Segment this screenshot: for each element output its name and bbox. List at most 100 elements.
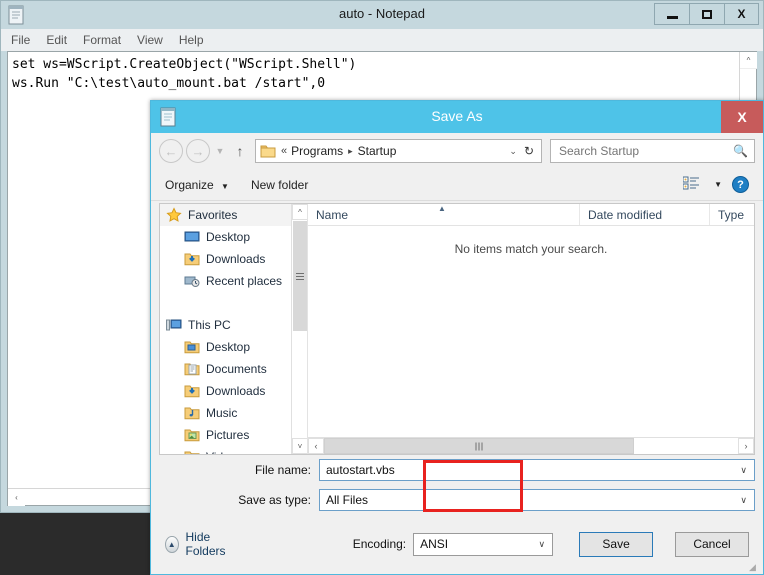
file-name-input[interactable]: autostart.vbs ∨	[319, 459, 755, 481]
breadcrumb-startup[interactable]: Startup	[358, 144, 397, 158]
minimize-button[interactable]	[654, 3, 689, 25]
hide-folders-label: Hide Folders	[185, 530, 226, 558]
cancel-button[interactable]: Cancel	[675, 531, 749, 557]
search-box[interactable]: 🔍	[550, 139, 755, 163]
notepad-titlebar: auto - Notepad X	[1, 1, 763, 29]
dialog-close-button[interactable]: X	[721, 101, 763, 133]
sidebar-label: Desktop	[206, 340, 251, 354]
maximize-button[interactable]	[689, 3, 724, 25]
notepad-window-buttons: X	[654, 3, 759, 25]
sidebar-label: Downloads	[206, 252, 266, 266]
sidebar-label: Documents	[206, 362, 267, 376]
this-pc-icon	[166, 317, 182, 333]
save-button[interactable]: Save	[579, 531, 654, 557]
help-icon[interactable]: ?	[732, 176, 749, 193]
sidebar-label: Pictures	[206, 428, 250, 442]
navpane-scrollbar-thumb[interactable]	[293, 221, 307, 331]
chevron-down-icon[interactable]: ⌄	[502, 146, 524, 157]
menu-format[interactable]: Format	[83, 33, 121, 47]
desktop-folder-icon	[184, 339, 200, 355]
encoding-select[interactable]: ANSI ∨	[413, 532, 554, 556]
view-layout-icon[interactable]	[682, 176, 700, 194]
encoding-value: ANSI	[420, 537, 449, 551]
breadcrumb-programs[interactable]: Programs	[291, 144, 343, 158]
sidebar-label: This PC	[188, 318, 231, 332]
sidebar-item-desktop[interactable]: Desktop	[160, 336, 307, 358]
sidebar-item-downloads[interactable]: Downloads	[160, 380, 307, 402]
view-dropdown-icon[interactable]: ▼	[714, 180, 722, 189]
breadcrumb-separator-icon: ▸	[348, 145, 353, 156]
chevron-down-icon[interactable]: ∨	[532, 539, 553, 550]
scroll-left-icon[interactable]: ‹	[8, 489, 25, 506]
file-list-horizontal-scrollbar[interactable]: ‹ ›	[308, 437, 754, 454]
documents-folder-icon	[184, 361, 200, 377]
sidebar-label: Videos	[206, 450, 242, 454]
sidebar-item-music[interactable]: Music	[160, 402, 307, 424]
address-bar[interactable]: « Programs ▸ Startup ⌄ ↻	[255, 139, 542, 163]
sidebar-item-recent-places[interactable]: Recent places	[160, 270, 307, 292]
back-button[interactable]: ←	[159, 139, 183, 163]
star-icon	[166, 207, 182, 223]
sidebar-item-videos[interactable]: Videos	[160, 446, 307, 454]
column-header-date-modified[interactable]: Date modified	[580, 204, 710, 225]
menu-help[interactable]: Help	[179, 33, 204, 47]
navigation-pane: Favorites Desktop Downloads Recent place…	[160, 204, 308, 454]
dialog-footer: ▲ Hide Folders Encoding: ANSI ∨ Save Can…	[151, 524, 763, 564]
resize-grip-icon[interactable]: ◢	[749, 562, 759, 572]
scroll-down-icon[interactable]: ˅	[292, 438, 307, 454]
downloads-folder-icon	[184, 383, 200, 399]
search-icon[interactable]: 🔍	[733, 144, 748, 158]
column-header-type[interactable]: Type	[710, 204, 754, 225]
folder-icon	[260, 144, 276, 158]
recent-places-icon	[184, 273, 200, 289]
navpane-scrollbar[interactable]: ^ ˅	[291, 204, 307, 454]
file-name-label: File name:	[254, 463, 311, 477]
videos-folder-icon	[184, 449, 200, 454]
column-label: Name	[316, 208, 349, 222]
column-header-name[interactable]: Name ▲	[308, 204, 580, 225]
encoding-label: Encoding:	[352, 537, 407, 551]
sidebar-label: Recent places	[206, 274, 283, 288]
organize-label: Organize	[165, 177, 214, 192]
search-input[interactable]	[557, 143, 734, 159]
scroll-left-icon[interactable]: ‹	[308, 438, 324, 454]
downloads-folder-icon	[184, 251, 200, 267]
scroll-right-icon[interactable]: ›	[738, 438, 754, 454]
breadcrumb-overflow-icon[interactable]: «	[281, 145, 287, 157]
notepad-title: auto - Notepad	[338, 6, 425, 21]
menu-file[interactable]: File	[11, 33, 30, 47]
sidebar-item-documents[interactable]: Documents	[160, 358, 307, 380]
forward-button[interactable]: →	[186, 139, 210, 163]
save-as-type-select[interactable]: All Files ∨	[319, 489, 755, 511]
new-folder-button[interactable]: New folder	[251, 178, 308, 192]
hide-folders-button[interactable]: ▲ Hide Folders	[165, 530, 238, 558]
organize-button[interactable]: Organize ▼	[165, 178, 229, 192]
column-headers: Name ▲ Date modified Type	[308, 204, 754, 226]
menu-view[interactable]: View	[137, 33, 163, 47]
sidebar-label: Desktop	[206, 230, 251, 244]
collapse-up-icon: ▲	[165, 535, 179, 553]
sidebar-item-downloads-fav[interactable]: Downloads	[160, 248, 307, 270]
scroll-up-icon[interactable]: ^	[292, 204, 307, 220]
refresh-icon[interactable]: ↻	[524, 144, 537, 158]
sidebar-item-this-pc[interactable]: This PC	[160, 314, 307, 336]
up-one-level-button[interactable]: ↑	[231, 143, 249, 159]
menu-edit[interactable]: Edit	[46, 33, 67, 47]
scrollbar-thumb[interactable]	[324, 438, 634, 454]
sidebar-item-favorites[interactable]: Favorites	[160, 204, 307, 226]
close-button[interactable]: X	[724, 3, 759, 25]
maximize-icon	[702, 9, 712, 19]
save-as-dialog: Save As X ← → ▼ ↑ « Programs ▸ Startup ⌄…	[150, 100, 764, 575]
sidebar-item-desktop-fav[interactable]: Desktop	[160, 226, 307, 248]
sidebar-item-pictures[interactable]: Pictures	[160, 424, 307, 446]
scroll-up-icon[interactable]: ^	[740, 52, 757, 69]
pictures-folder-icon	[184, 427, 200, 443]
dialog-title: Save As	[431, 108, 483, 124]
chevron-down-icon[interactable]: ∨	[733, 495, 754, 506]
recent-locations-icon[interactable]: ▼	[213, 146, 227, 156]
file-list-pane[interactable]: Name ▲ Date modified Type No items match…	[308, 204, 754, 454]
grip-icon	[296, 271, 304, 282]
scrollbar-track[interactable]	[634, 438, 738, 454]
chevron-down-icon[interactable]: ∨	[733, 465, 754, 476]
